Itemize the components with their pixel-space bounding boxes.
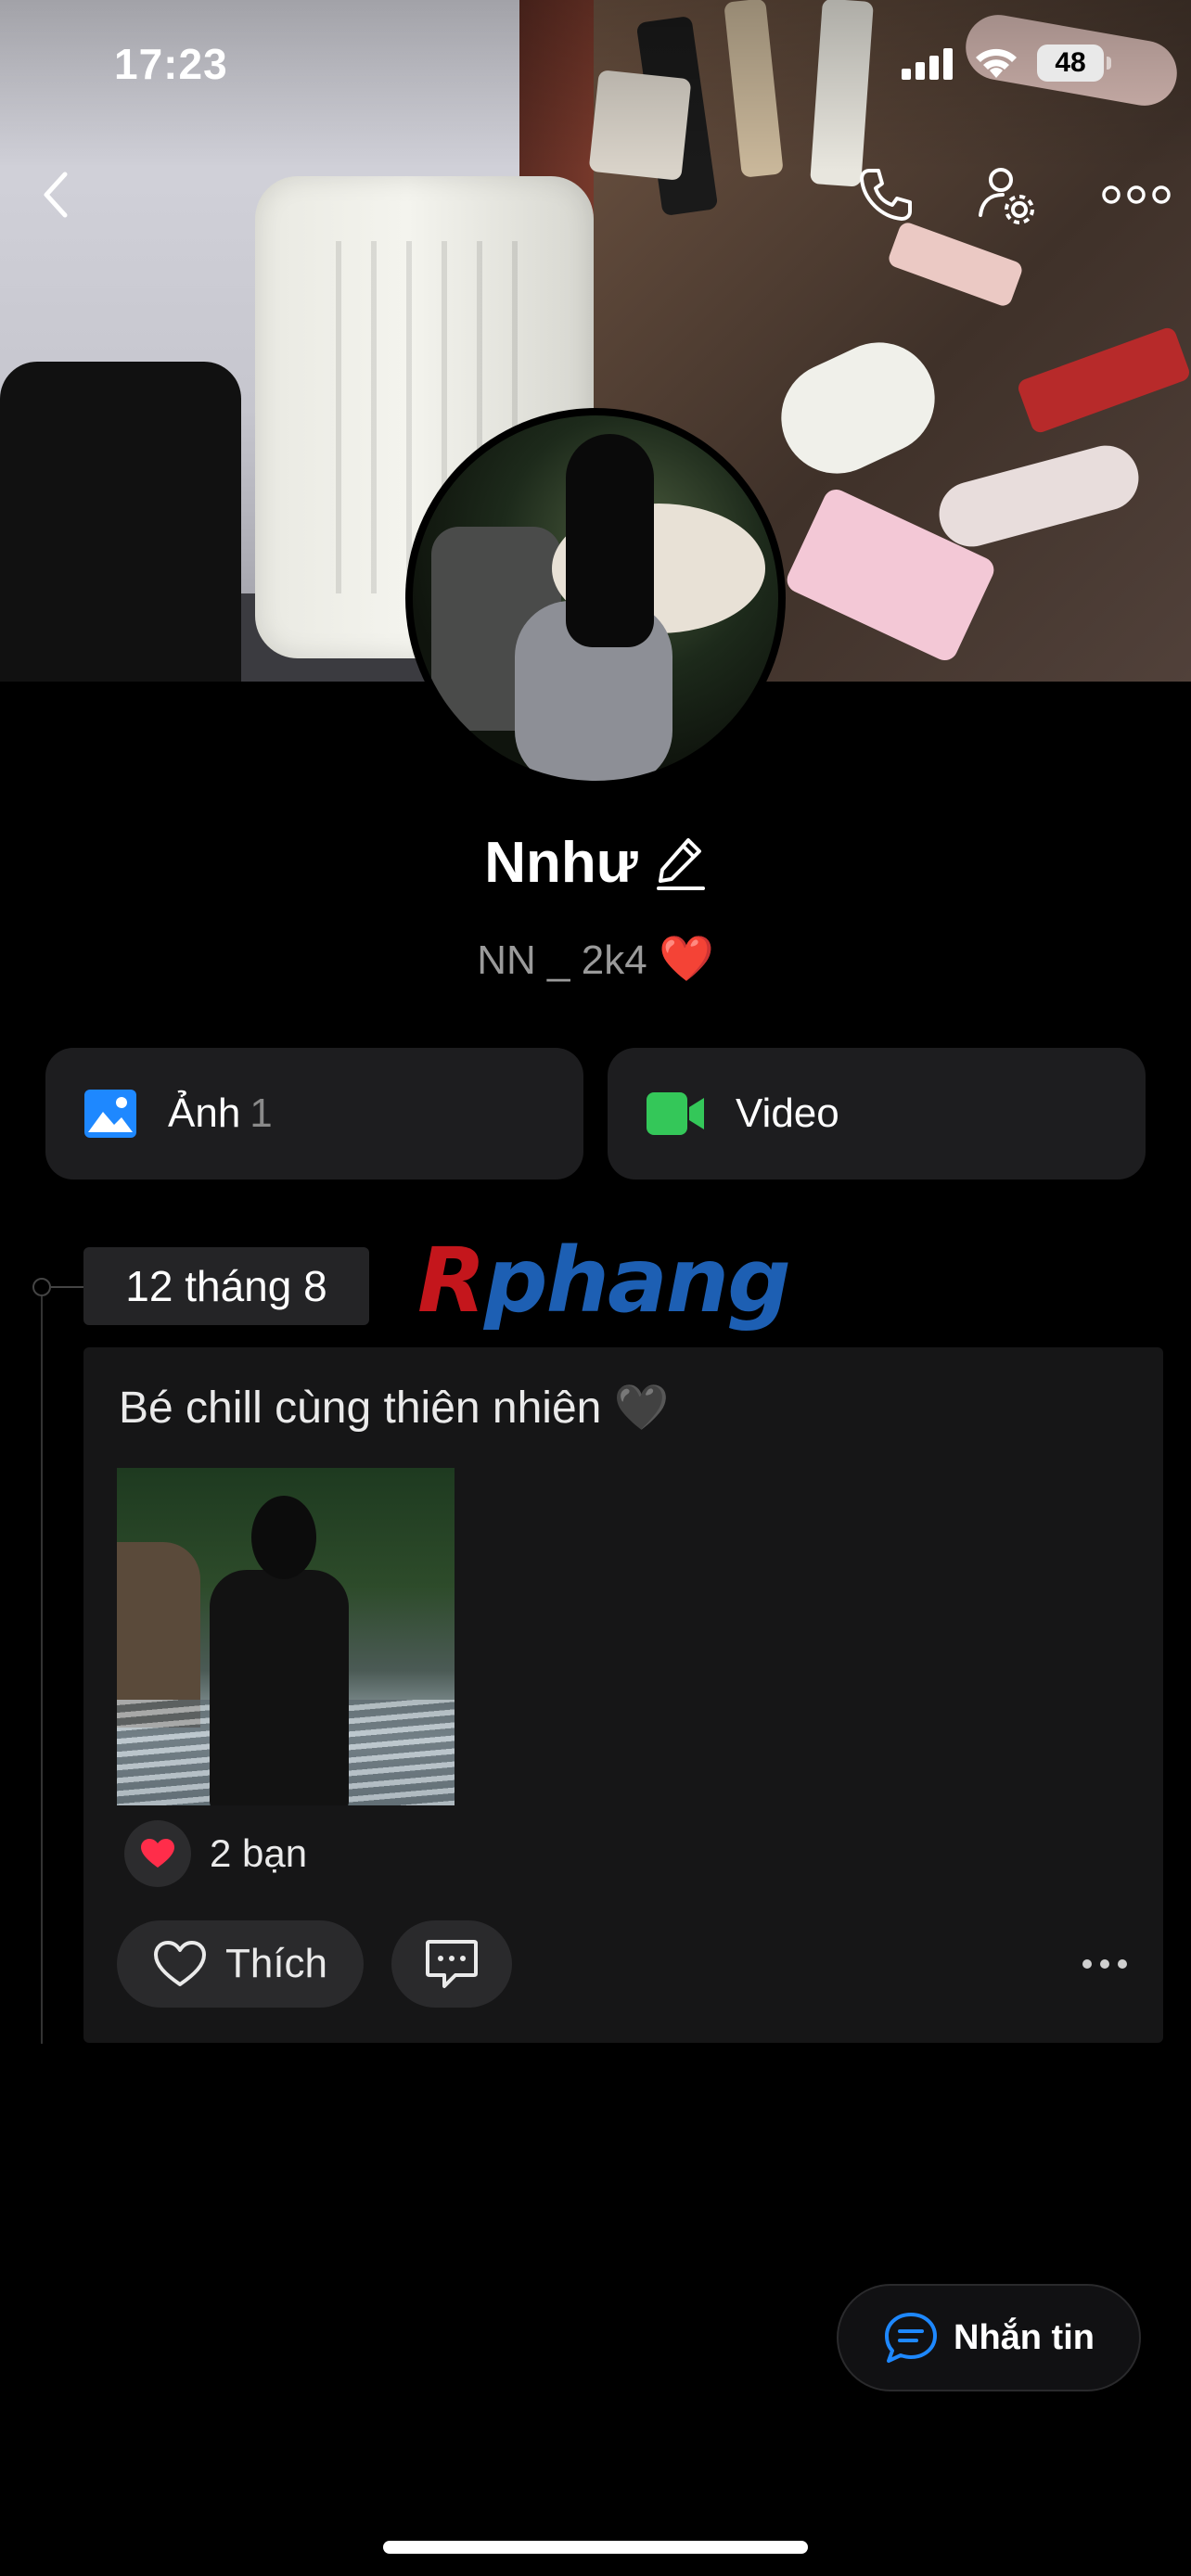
comment-icon [426, 1940, 478, 1988]
profile-settings-button[interactable] [969, 158, 1044, 232]
cellular-signal-icon [902, 48, 953, 80]
reaction-count: 2 bạn [210, 1831, 308, 1875]
video-label: Video [736, 1090, 839, 1136]
status-time: 17:23 [114, 40, 228, 88]
reaction-summary[interactable]: 2 bạn [124, 1820, 307, 1887]
profile-bio: NN _ 2k4 ❤️ [0, 932, 1191, 985]
avatar-photo [413, 415, 778, 781]
timeline-line [41, 1283, 43, 2044]
photos-count: 1 [250, 1090, 273, 1136]
post-date: 12 tháng 8 [83, 1247, 369, 1325]
video-button[interactable]: Video [608, 1048, 1146, 1180]
message-button[interactable]: Nhắn tin [837, 2284, 1141, 2391]
timeline-dot [32, 1278, 51, 1296]
wifi-icon [976, 48, 1017, 78]
heart-emoji: ❤️ [658, 935, 714, 984]
battery-indicator: 48 [1037, 45, 1111, 82]
avatar[interactable] [405, 408, 786, 788]
chevron-left-icon [44, 172, 68, 218]
photos-label: Ảnh [168, 1090, 241, 1136]
chat-bubble-icon [885, 2313, 937, 2363]
heart-outline-icon [153, 1941, 206, 1986]
watermark-logo: Rphang [417, 1229, 791, 1333]
phone-icon [860, 169, 912, 221]
comment-button[interactable] [391, 1920, 512, 2008]
like-label: Thích [224, 1941, 328, 1986]
home-indicator [383, 2541, 808, 2554]
video-camera-icon [647, 1092, 704, 1135]
post-more-button[interactable] [1072, 1941, 1137, 1987]
user-settings-icon [979, 168, 1034, 224]
post-image[interactable] [117, 1468, 455, 1805]
more-horizontal-icon [1102, 185, 1171, 204]
back-button[interactable] [19, 158, 93, 232]
post-text: Bé chill cùng thiên nhiên 🖤 [119, 1384, 670, 1433]
photo-icon [84, 1090, 136, 1138]
status-bar: 17:23 48 [0, 0, 1191, 130]
edit-pencil-icon[interactable] [655, 835, 707, 892]
like-button[interactable]: Thích [117, 1920, 364, 2008]
heart-reaction-icon [124, 1820, 191, 1887]
call-button[interactable] [849, 158, 923, 232]
profile-name: Nnhư [484, 831, 638, 895]
profile-name-row: Nnhư [0, 830, 1191, 896]
message-label: Nhắn tin [954, 2317, 1095, 2357]
timeline-connector [51, 1286, 84, 1288]
post-card[interactable]: Bé chill cùng thiên nhiên 🖤 2 bạn Thích [83, 1347, 1163, 2043]
more-options-button[interactable] [1095, 158, 1178, 232]
profile-bio-text: NN _ 2k4 [477, 937, 647, 983]
photos-button[interactable]: Ảnh 1 [45, 1048, 583, 1180]
